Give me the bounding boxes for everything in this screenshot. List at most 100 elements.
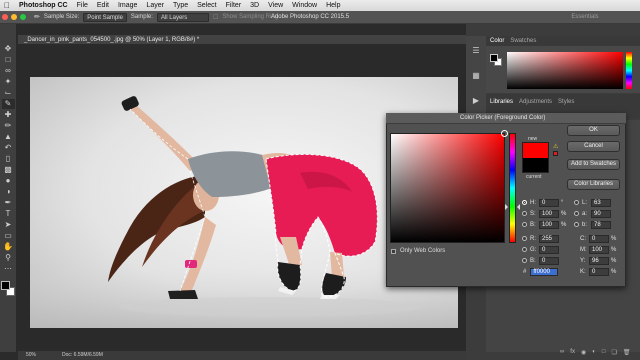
sample-size-select[interactable]: Point Sample [83, 12, 127, 22]
workspace-switcher[interactable]: Essentials [560, 11, 610, 24]
brush-tool-icon[interactable]: ✏ [2, 121, 15, 131]
eraser-tool-icon[interactable]: ▯ [2, 154, 15, 164]
panel-fg-bg-swatch[interactable] [490, 54, 503, 67]
lab-b-radio[interactable] [574, 222, 579, 227]
add-to-swatches-button[interactable]: Add to Swatches [567, 159, 620, 170]
lasso-tool-icon[interactable]: ∞ [2, 66, 15, 76]
healing-brush-icon[interactable]: ✚ [2, 110, 15, 120]
menu-image[interactable]: Image [118, 2, 137, 9]
properties-panel-icon[interactable]: ▦ [472, 71, 480, 80]
menu-file[interactable]: File [77, 2, 88, 9]
more-tools-icon[interactable]: ⋯ [2, 264, 15, 274]
hue-radio[interactable] [522, 200, 527, 205]
minimize-window-button[interactable] [11, 14, 17, 20]
hue-slider-right-arrow-icon[interactable] [517, 204, 520, 210]
blue-input[interactable]: 0 [539, 256, 559, 265]
hex-input[interactable]: ff0000 [530, 268, 559, 276]
pen-tool-icon[interactable]: ✒ [2, 198, 15, 208]
menu-view[interactable]: View [268, 2, 283, 9]
menu-3d[interactable]: 3D [250, 2, 259, 9]
close-window-button[interactable] [2, 14, 8, 20]
menu-help[interactable]: Help [326, 2, 340, 9]
marquee-tool-icon[interactable]: □ [2, 55, 15, 65]
clone-stamp-icon[interactable]: ▲ [2, 132, 15, 142]
zoom-readout[interactable]: 50% [26, 351, 36, 360]
cyan-input[interactable]: 0 [589, 234, 609, 243]
menu-edit[interactable]: Edit [97, 2, 109, 9]
menu-filter[interactable]: Filter [226, 2, 242, 9]
ok-button[interactable]: OK [567, 125, 620, 136]
history-panel-icon[interactable]: ☰ [472, 46, 479, 55]
app-menu[interactable]: Photoshop CC [19, 2, 68, 9]
move-tool-icon[interactable]: ✥ [2, 44, 15, 54]
yellow-input[interactable]: 96 [589, 256, 609, 265]
dodge-tool-icon[interactable]: ◑ [2, 187, 15, 197]
magenta-input[interactable]: 100 [589, 245, 609, 254]
quick-select-tool-icon[interactable]: ✦ [2, 77, 15, 87]
panel-color-spectrum[interactable] [507, 52, 623, 89]
red-input[interactable]: 255 [539, 234, 559, 243]
menu-select[interactable]: Select [197, 2, 216, 9]
type-tool-icon[interactable]: T [2, 209, 15, 219]
only-web-colors-checkbox[interactable] [391, 249, 396, 254]
shape-tool-icon[interactable]: ▭ [2, 231, 15, 241]
cancel-button[interactable]: Cancel [567, 141, 620, 152]
lab-a-input[interactable]: 90 [591, 209, 611, 218]
zoom-window-button[interactable] [20, 14, 26, 20]
blur-tool-icon[interactable]: ● [2, 176, 15, 186]
color-field-picker-ring[interactable] [501, 130, 508, 137]
color-field[interactable] [390, 133, 505, 243]
saturation-input[interactable]: 100 [539, 209, 559, 218]
crop-tool-icon[interactable]: ⌙ [2, 88, 15, 98]
red-radio[interactable] [522, 236, 527, 241]
eyedropper-icon[interactable]: ✎ [1, 99, 15, 109]
panel-hue-slider[interactable] [626, 52, 632, 89]
path-select-icon[interactable]: ➤ [2, 220, 15, 230]
document-tab[interactable]: _Dancer_in_pink_pants_054500_.jpg @ 50% … [18, 35, 466, 45]
tab-swatches[interactable]: Swatches [510, 36, 536, 46]
doc-size-info[interactable]: Doc: 6.59M/6.59M [62, 351, 103, 360]
menu-type[interactable]: Type [173, 2, 188, 9]
color-libraries-button[interactable]: Color Libraries [567, 179, 620, 190]
adjustment-layer-icon[interactable]: ◐ [592, 349, 596, 358]
gradient-tool-icon[interactable]: ▩ [2, 165, 15, 175]
saturation-radio[interactable] [522, 211, 527, 216]
green-radio[interactable] [522, 247, 527, 252]
color-picker-title[interactable]: Color Picker (Foreground Color) [386, 113, 626, 124]
hue-input[interactable]: 0 [539, 198, 559, 207]
hue-slider[interactable] [509, 133, 516, 243]
lab-l-radio[interactable] [574, 200, 579, 205]
zoom-tool-icon[interactable]: ⚲ [2, 253, 15, 263]
lab-b-input[interactable]: 78 [591, 220, 611, 229]
link-layers-icon[interactable]: ∞ [560, 349, 564, 358]
group-icon[interactable]: □ [602, 349, 606, 358]
lab-a-radio[interactable] [574, 211, 579, 216]
black-input[interactable]: 0 [589, 267, 609, 276]
green-input[interactable]: 0 [539, 245, 559, 254]
fx-icon[interactable]: fx [570, 349, 575, 358]
show-ring-checkbox[interactable]: ☐ [213, 14, 218, 21]
brightness-input[interactable]: 100 [539, 220, 559, 229]
out-of-gamut-warning-icon[interactable]: ⚠ [553, 143, 558, 150]
history-brush-icon[interactable]: ↶ [2, 143, 15, 153]
gamut-correction-swatch[interactable] [553, 151, 558, 156]
hand-tool-icon[interactable]: ✋ [2, 242, 15, 252]
foreground-color-swatch[interactable] [1, 281, 10, 290]
fg-bg-swatches[interactable] [1, 281, 15, 297]
current-color-swatch[interactable] [522, 158, 549, 173]
tab-color[interactable]: Color [490, 36, 504, 46]
mask-icon[interactable]: ◉ [581, 349, 586, 358]
new-layer-icon[interactable]: ❏ [611, 349, 616, 358]
hue-slider-left-arrow-icon[interactable] [505, 204, 508, 210]
eyedropper-tool-icon[interactable]: ✏ [34, 13, 40, 21]
delete-layer-icon[interactable]: 🗑 [623, 349, 631, 358]
menu-layer[interactable]: Layer [146, 2, 164, 9]
apple-icon[interactable]:  [4, 1, 10, 10]
brightness-radio[interactable] [522, 222, 527, 227]
actions-panel-icon[interactable]: ▶ [473, 96, 479, 105]
lab-l-input[interactable]: 63 [591, 198, 611, 207]
panel-fg-swatch[interactable] [490, 54, 498, 62]
menu-window[interactable]: Window [292, 2, 317, 9]
sample-select[interactable]: All Layers [156, 12, 209, 22]
blue-radio[interactable] [522, 258, 527, 263]
